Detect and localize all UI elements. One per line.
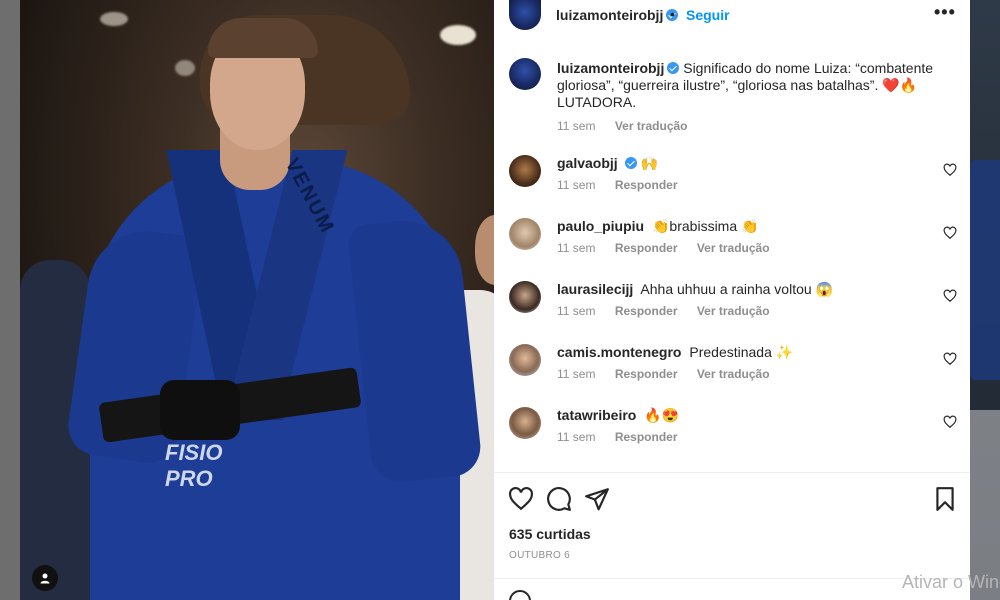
backdrop-right <box>970 0 1000 600</box>
heart-icon[interactable] <box>943 163 957 177</box>
comment-username[interactable]: camis.montenegro <box>557 344 681 360</box>
heart-icon[interactable] <box>943 415 957 429</box>
windows-activation-watermark: Ativar o Windows <box>902 572 1000 592</box>
comment-line: paulo_piupiu 👏brabissima 👏 <box>557 218 927 235</box>
reply-button[interactable]: Responder <box>615 367 678 381</box>
likes-count[interactable]: 635 curtidas <box>509 526 591 542</box>
heart-icon[interactable] <box>943 352 957 366</box>
comment-meta: 11 sem Responder <box>557 178 694 192</box>
comment: laurasilecijj Ahha uhhuu a rainha voltou… <box>494 281 970 331</box>
tagged-users-button[interactable] <box>32 565 58 591</box>
comment: tatawribeiro 🔥😍 11 sem Responder <box>494 407 970 457</box>
action-bar <box>494 480 970 520</box>
comment-time: 11 sem <box>557 304 596 318</box>
reply-button[interactable]: Responder <box>615 430 678 444</box>
commenter-avatar[interactable] <box>509 155 541 187</box>
comment-text: Ahha uhhuu a rainha voltou 😱 <box>640 281 833 297</box>
commenter-avatar[interactable] <box>509 218 541 250</box>
backdrop-left <box>0 0 20 600</box>
ceiling-light <box>100 12 128 26</box>
comment: camis.montenegro Predestinada ✨ 11 sem R… <box>494 344 970 394</box>
comment-username[interactable]: galvaobjj <box>557 155 618 171</box>
heart-icon[interactable] <box>508 486 534 512</box>
reply-button[interactable]: Responder <box>615 178 678 192</box>
author-username[interactable]: luizamonteirobjj <box>556 7 679 23</box>
comment-username[interactable]: paulo_piupiu <box>557 218 644 234</box>
comment-line: tatawribeiro 🔥😍 <box>557 407 927 424</box>
comment-text: 🔥😍 <box>644 407 680 423</box>
user-icon <box>40 573 50 584</box>
comment-meta: 11 sem Responder Ver tradução <box>557 304 786 318</box>
commenter-avatar[interactable] <box>509 281 541 313</box>
post-date: OUTUBRO 6 <box>509 550 571 561</box>
post-header: luizamonteirobjj • Seguir ••• <box>494 0 970 30</box>
ceiling-light <box>440 25 476 45</box>
comment-line: camis.montenegro Predestinada ✨ <box>557 344 927 361</box>
ceiling-light <box>175 60 195 76</box>
comment-line: laurasilecijj Ahha uhhuu a rainha voltou… <box>557 281 927 298</box>
comment-text: 👏brabissima 👏 <box>652 218 759 234</box>
comment-username[interactable]: tatawribeiro <box>557 407 636 423</box>
caption-time: 11 sem <box>557 119 596 133</box>
author-username-text[interactable]: luizamonteirobjj <box>556 7 663 23</box>
comment-time: 11 sem <box>557 367 596 381</box>
caption-avatar[interactable] <box>509 58 541 90</box>
backdrop-blob <box>970 160 1000 380</box>
comment: galvaobjj 🙌 11 sem Responder <box>494 155 970 205</box>
add-comment-row[interactable] <box>509 590 531 600</box>
comment-text: Predestinada ✨ <box>689 344 794 360</box>
translate-link[interactable]: Ver tradução <box>697 241 770 255</box>
comment-line: galvaobjj 🙌 <box>557 155 927 172</box>
comment-time: 11 sem <box>557 430 596 444</box>
follow-button[interactable]: Seguir <box>686 7 730 23</box>
belt-knot <box>160 380 240 440</box>
gi-patch: FISIO PRO <box>165 440 223 491</box>
background-person-head <box>475 215 494 285</box>
comment-meta: 11 sem Responder <box>557 430 694 444</box>
verified-icon <box>667 62 680 74</box>
more-icon[interactable]: ••• <box>934 2 956 23</box>
bookmark-icon[interactable] <box>932 486 958 512</box>
comment-username[interactable]: laurasilecijj <box>557 281 633 297</box>
comment-time: 11 sem <box>557 241 596 255</box>
heart-icon[interactable] <box>943 289 957 303</box>
reply-button[interactable]: Responder <box>615 304 678 318</box>
commenter-avatar[interactable] <box>509 407 541 439</box>
heart-icon[interactable] <box>943 226 957 240</box>
translate-link[interactable]: Ver tradução <box>697 304 770 318</box>
post-caption: luizamonteirobjj Significado do nome Lui… <box>557 60 952 111</box>
comment: paulo_piupiu 👏brabissima 👏 11 sem Respon… <box>494 218 970 268</box>
caption-meta: 11 sem Ver tradução <box>557 119 704 133</box>
verified-icon <box>624 157 637 169</box>
author-avatar[interactable] <box>509 0 541 30</box>
share-icon[interactable] <box>584 486 610 512</box>
athlete-hair <box>208 18 318 58</box>
post-photo[interactable]: VENUM FISIO PRO <box>20 0 494 600</box>
caption-translate-link[interactable]: Ver tradução <box>615 119 688 133</box>
comment-meta: 11 sem Responder Ver tradução <box>557 367 786 381</box>
comment-icon[interactable] <box>546 486 572 512</box>
caption-username[interactable]: luizamonteirobjj <box>557 60 664 76</box>
commenter-avatar[interactable] <box>509 344 541 376</box>
translate-link[interactable]: Ver tradução <box>697 367 770 381</box>
comment-meta: 11 sem Responder Ver tradução <box>557 241 786 255</box>
reply-button[interactable]: Responder <box>615 241 678 255</box>
separator-dot: • <box>670 6 675 22</box>
divider <box>494 472 970 473</box>
comment-time: 11 sem <box>557 178 596 192</box>
comment-text: 🙌 <box>640 155 659 171</box>
emoji-icon[interactable] <box>509 590 531 600</box>
divider <box>494 578 970 579</box>
post-detail-panel: luizamonteirobjj • Seguir ••• luizamonte… <box>494 0 970 600</box>
